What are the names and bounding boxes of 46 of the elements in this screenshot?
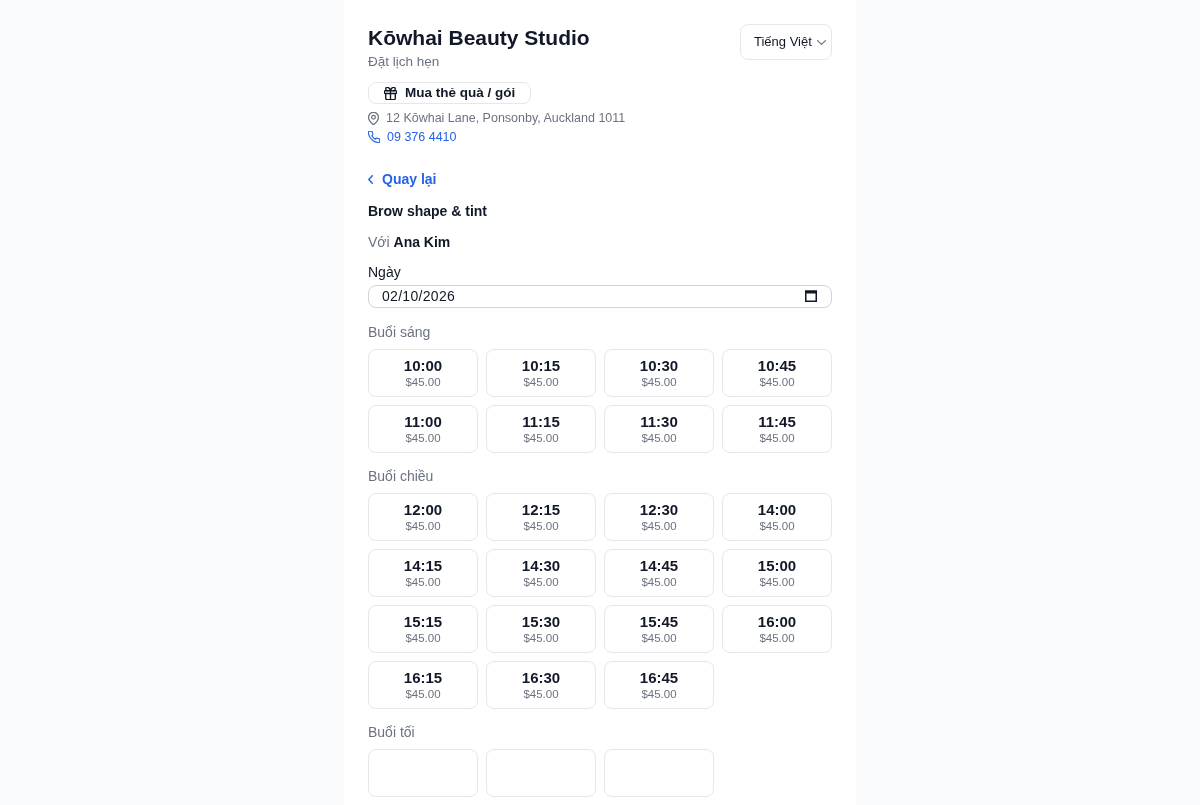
time-slot-button[interactable]: 10:00 $45.00 bbox=[368, 348, 478, 397]
section-heading: Buổi chiều bbox=[368, 466, 434, 486]
time-slot-button[interactable]: 16:00 $45.00 bbox=[722, 604, 832, 653]
address-text: 12 Kōwhai Lane, Ponsonby, Auckland 1011 bbox=[386, 110, 626, 128]
time-slot-button[interactable]: 14:45 $45.00 bbox=[604, 548, 714, 597]
time-slot-button[interactable]: 14:30 $45.00 bbox=[486, 548, 596, 597]
time-slot-button[interactable]: 12:15 $45.00 bbox=[486, 492, 596, 541]
time-slot-button[interactable]: 15:30 $45.00 bbox=[486, 604, 596, 653]
time-slot-button[interactable]: 11:30 $45.00 bbox=[604, 404, 714, 453]
time-slot-button[interactable]: 10:30 $45.00 bbox=[604, 348, 714, 397]
phone-icon bbox=[368, 131, 380, 144]
time-slot-button[interactable]: 15:45 $45.00 bbox=[604, 604, 714, 653]
section-heading: Buổi tối bbox=[368, 722, 415, 742]
calendar-icon bbox=[805, 290, 817, 303]
location-pin-icon bbox=[368, 112, 379, 126]
time-slot-button[interactable]: 10:45 $45.00 bbox=[722, 348, 832, 397]
studio-title: Kōwhai Beauty Studio bbox=[368, 25, 590, 51]
time-slot-button[interactable] bbox=[604, 748, 714, 797]
time-slot-button[interactable]: 12:30 $45.00 bbox=[604, 492, 714, 541]
time-slot-button[interactable]: 16:45 $45.00 bbox=[604, 660, 714, 709]
time-slot-button[interactable]: 16:15 $45.00 bbox=[368, 660, 478, 709]
back-link[interactable]: Quay lại bbox=[368, 169, 437, 190]
time-slot-button[interactable]: 10:15 $45.00 bbox=[486, 348, 596, 397]
time-slot-button[interactable]: 14:15 $45.00 bbox=[368, 548, 478, 597]
buy-gift-card-button[interactable]: Mua thẻ quà / gói bbox=[368, 82, 532, 105]
service-name: Brow shape & tint bbox=[368, 201, 487, 221]
time-slot-button[interactable]: 11:45 $45.00 bbox=[722, 404, 832, 453]
date-label: Ngày bbox=[368, 262, 401, 282]
language-select[interactable]: Tiếng Việt bbox=[740, 24, 832, 60]
staff-line: Với Ana Kim bbox=[368, 232, 451, 252]
time-slot-button[interactable]: 11:15 $45.00 bbox=[486, 404, 596, 453]
time-slot-button[interactable]: 11:00 $45.00 bbox=[368, 404, 478, 453]
time-slot-button[interactable] bbox=[368, 748, 478, 797]
chevron-down-icon bbox=[817, 39, 826, 45]
section-heading: Buổi sáng bbox=[368, 322, 431, 342]
date-field[interactable]: 02/10/2026 bbox=[368, 284, 832, 308]
time-slot-button[interactable]: 12:00 $45.00 bbox=[368, 492, 478, 541]
chevron-left-icon bbox=[368, 175, 373, 185]
time-slot-button[interactable]: 15:00 $45.00 bbox=[722, 548, 832, 597]
page-subtitle: Đặt lịch hẹn bbox=[368, 53, 440, 71]
time-slot-button[interactable] bbox=[486, 748, 596, 797]
gift-icon bbox=[384, 86, 397, 100]
phone-link[interactable]: 09 376 4410 bbox=[387, 128, 457, 147]
time-slot-button[interactable]: 15:15 $45.00 bbox=[368, 604, 478, 653]
time-slot-button[interactable]: 14:00 $45.00 bbox=[722, 492, 832, 541]
time-slot-button[interactable]: 16:30 $45.00 bbox=[486, 660, 596, 709]
